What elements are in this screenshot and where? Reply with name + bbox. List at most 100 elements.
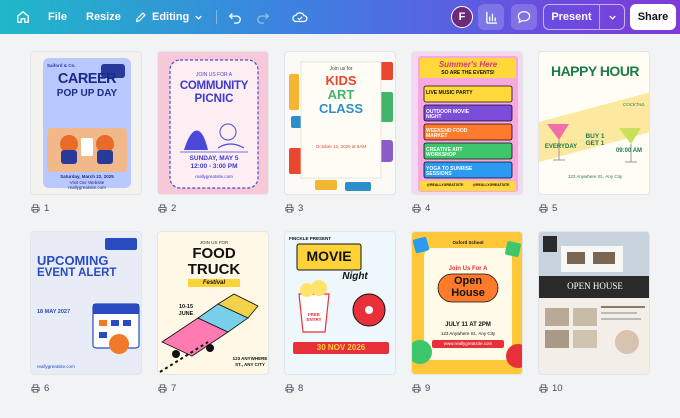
page-7-text-5: 123 ANYWHERE ST., ANY CITY [232, 356, 268, 367]
page-4-text-3: OUTDOOR MOVIE NIGHT [426, 109, 470, 120]
page-1-text-3: Saturday, March 22, 2025 [60, 174, 114, 179]
page-9-text-1: Join Us For A [448, 266, 488, 272]
cloud-check-icon [292, 12, 308, 23]
print-icon [412, 384, 421, 393]
comments-button[interactable] [511, 4, 537, 30]
page-7-text-2: TRUCK [187, 261, 241, 278]
page-6-text-2: 18 MAY 2027 [37, 309, 71, 315]
page-3-text-4: October 12, 2025 at 9AM [315, 144, 367, 149]
editing-label: Editing [152, 11, 190, 23]
editor-toolbar: File Resize Editing F Present Share [0, 0, 680, 34]
page-number-label: 2 [158, 203, 176, 214]
page-4-text-5: CREATIVE ART WORKSHOP [426, 147, 463, 158]
redo-icon [257, 13, 270, 24]
home-icon [17, 11, 29, 23]
page-4-text-1: SO ARE THE EVENTS! [441, 70, 495, 76]
page-3-text-1: KIDS [325, 73, 357, 88]
page-9-text-5: 123 Anywhere St., Any City [440, 331, 496, 336]
print-icon [539, 384, 548, 393]
print-icon [31, 384, 40, 393]
page-5-text-4: 09:00 AM [615, 148, 643, 154]
page-thumbnail-2[interactable]: JOIN US FOR A COMMUNITY PICNIC SUNDAY, M… [157, 51, 269, 195]
page-3-text-3: CLASS [318, 101, 364, 116]
page-2-text-0: JOIN US FOR A [195, 72, 233, 78]
page-number: 3 [298, 203, 304, 214]
page-thumbnail-3[interactable]: Join us for KIDS ART CLASS October 12, 2… [284, 51, 396, 195]
page-4-text-0: Summer's Here [438, 60, 498, 69]
redo-button[interactable] [254, 5, 272, 29]
print-icon [285, 204, 294, 213]
present-options-button[interactable] [600, 5, 624, 29]
page-number-label: 5 [539, 203, 557, 214]
page-4-text-6: YOGA TO SUNRISE SESSIONS [426, 166, 473, 177]
page-9-text-3: House [451, 287, 485, 299]
page-3-text-0: Join us for [329, 66, 353, 72]
page-10-text-0: OPEN HOUSE [567, 281, 623, 291]
print-icon [285, 384, 294, 393]
page-thumbnail-4[interactable]: Summer's Here SO ARE THE EVENTS! LIVE MU… [411, 51, 523, 195]
undo-button[interactable] [226, 5, 244, 29]
page-number: 5 [552, 203, 558, 214]
page-number-label: 9 [412, 383, 430, 394]
present-control: Present [543, 4, 625, 30]
page-number-label: 1 [31, 203, 49, 214]
page-8-text-4: 30 NOV 2026 [316, 343, 366, 352]
print-icon [412, 204, 421, 213]
page-5-text-1: COCKTAIL [622, 102, 645, 107]
page-7-text-4: 10-15 JUNE [178, 304, 194, 317]
home-button[interactable] [12, 5, 34, 29]
editing-mode-button[interactable]: Editing [134, 5, 203, 29]
page-1-text-5: reallygreatsite.com [68, 185, 106, 190]
page-thumbnail-10[interactable]: OPEN HOUSE [538, 231, 650, 375]
page-1-text-1: CAREER [57, 71, 117, 87]
page-6-text-1: EVENT ALERT [37, 267, 117, 279]
file-menu-button[interactable]: File [48, 5, 67, 29]
page-8-text-1: MOVIE [306, 248, 352, 264]
page-number: 1 [44, 203, 50, 214]
share-button[interactable]: Share [630, 4, 676, 30]
page-number-label: 10 [539, 383, 563, 394]
page-4-text-7: @REALLYGREATSITE [426, 183, 464, 187]
page-number-label: 7 [158, 383, 176, 394]
page-10-artwork [539, 232, 649, 354]
page-2-text-5: reallygreatsite.com [195, 174, 233, 179]
page-5-text-2: EVERYDAY [544, 144, 578, 150]
resize-button[interactable]: Resize [86, 5, 121, 29]
chevron-down-icon [195, 15, 202, 20]
page-number: 6 [44, 383, 50, 394]
page-number: 4 [425, 203, 431, 214]
page-number-label: 3 [285, 203, 303, 214]
page-1-text-2: POP UP DAY [56, 88, 118, 99]
page-7-text-1: FOOD [192, 245, 236, 262]
page-thumbnail-5[interactable]: HAPPY HOUR COCKTAIL EVERYDAY BUY 1 GET 1… [538, 51, 650, 195]
toolbar-divider [216, 10, 217, 24]
page-4-text-4: WEEKEND FOOD MARKET [426, 128, 468, 139]
page-7-text-3: Festival [188, 279, 240, 287]
insights-button[interactable] [478, 4, 504, 30]
page-1-text-0: Saiford & Co. [47, 63, 76, 68]
page-5-text-5: 123 Anywhere St., Any City [567, 174, 623, 179]
present-button[interactable]: Present [544, 5, 600, 29]
page-9-text-0: Oxford School [452, 240, 484, 245]
page-2-text-3: SUNDAY, MAY 5 [189, 155, 239, 162]
page-number: 10 [552, 383, 563, 394]
print-icon [31, 204, 40, 213]
page-thumbnail-7[interactable]: JOIN US FOR FOOD TRUCK Festival 10-15 JU… [157, 231, 269, 375]
pencil-icon [135, 11, 146, 22]
page-5-text-0: HAPPY HOUR [550, 63, 640, 79]
print-icon [158, 384, 167, 393]
page-thumbnail-8[interactable]: FINCKLE PRESENT MOVIE Night FREE ENTRY 3… [284, 231, 396, 375]
page-8-text-2: Night [342, 271, 368, 282]
page-thumbnail-9[interactable]: Oxford School Join Us For A Open House J… [411, 231, 523, 375]
save-status-button[interactable] [290, 5, 310, 29]
page-6-text-3: reallygreatsite.com [37, 364, 75, 369]
comment-icon [517, 11, 531, 24]
page-2-text-2: PICNIC [194, 93, 234, 105]
page-number: 2 [171, 203, 177, 214]
page-8-text-0: FINCKLE PRESENT [289, 236, 332, 241]
user-avatar[interactable]: F [451, 6, 473, 28]
page-3-text-2: ART [327, 87, 355, 102]
page-thumbnail-1[interactable]: Saiford & Co. CAREER POP UP DAY Saturday… [30, 51, 142, 195]
page-thumbnail-6[interactable]: UPCOMING EVENT ALERT 18 MAY 2027 reallyg… [30, 231, 142, 375]
print-icon [158, 204, 167, 213]
